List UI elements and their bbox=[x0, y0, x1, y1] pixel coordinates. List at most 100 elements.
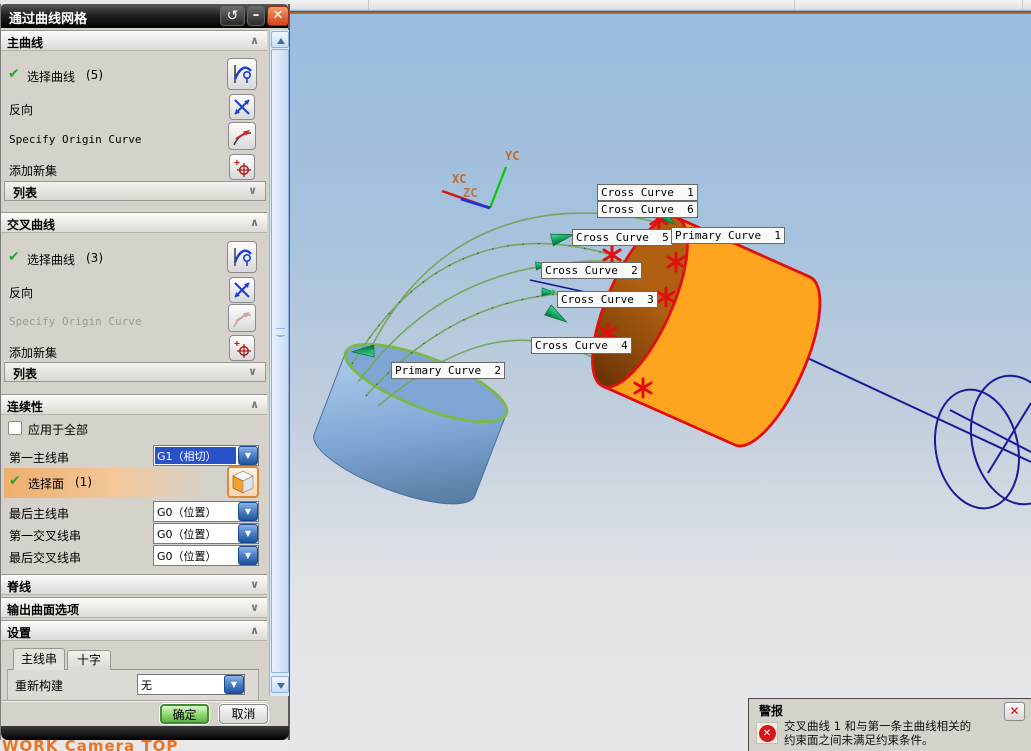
last-primary-continuity-select[interactable]: G0（位置） ▼ bbox=[153, 501, 259, 522]
select-face-button[interactable] bbox=[227, 466, 259, 498]
section-title: 输出曲面选项 bbox=[7, 603, 80, 617]
dialog-title: 通过曲线网格 bbox=[9, 12, 88, 27]
primary-list-bar[interactable]: 列表 ∨ bbox=[4, 181, 266, 201]
reverse-label: 反向 bbox=[9, 103, 34, 117]
label-cross-curve-2: Cross Curve 2 bbox=[541, 262, 642, 279]
rebuild-label: 重新构建 bbox=[15, 679, 64, 693]
expand-arrow-icon: ∨ bbox=[248, 365, 257, 378]
section-cross-curve[interactable]: 交叉曲线 ∧ bbox=[1, 212, 267, 233]
add-new-set-button[interactable]: + bbox=[229, 335, 255, 361]
scrollbar-thumb[interactable] bbox=[271, 49, 289, 673]
last-cross-string-label: 最后交叉线串 bbox=[9, 551, 82, 565]
specify-origin-curve-button-disabled bbox=[228, 304, 256, 332]
section-title: 连续性 bbox=[7, 400, 44, 414]
specify-origin-curve-label: Specify Origin Curve bbox=[9, 315, 142, 328]
section-output-surface-options[interactable]: 输出曲面选项 ∨ bbox=[1, 597, 267, 618]
first-primary-continuity-select[interactable]: G1（相切） ▼ bbox=[153, 445, 259, 466]
specify-origin-curve-label: Specify Origin Curve bbox=[9, 133, 142, 146]
alert-message-line2: 约束面之间未满足约束条件。 bbox=[784, 733, 934, 747]
reverse-direction-button[interactable] bbox=[229, 94, 255, 120]
add-new-set-label: 添加新集 bbox=[9, 164, 58, 178]
error-icon: ✕ bbox=[758, 724, 776, 742]
zc-axis-label: ZC bbox=[463, 186, 477, 200]
first-cross-string-label: 第一交叉线串 bbox=[9, 529, 82, 543]
label-primary-curve-2: Primary Curve 2 bbox=[391, 362, 505, 379]
scroll-down-icon[interactable] bbox=[271, 676, 289, 693]
label-primary-curve-1: Primary Curve 1 bbox=[671, 227, 785, 244]
cube-icon bbox=[232, 470, 254, 494]
chevron-down-icon[interactable]: ▼ bbox=[238, 524, 258, 543]
wcs-triad[interactable]: XC YC ZC bbox=[441, 149, 519, 210]
selected-value: 无 bbox=[141, 679, 152, 692]
add-set-icon: + bbox=[234, 158, 251, 177]
chevron-down-icon[interactable]: ▼ bbox=[238, 546, 258, 565]
first-cross-continuity-select[interactable]: G0（位置） ▼ bbox=[153, 523, 259, 544]
cancel-button[interactable]: 取消 bbox=[219, 704, 268, 724]
select-curve-label: 选择曲线 bbox=[27, 70, 76, 84]
tab-cross[interactable]: 十字 bbox=[67, 650, 111, 670]
add-new-set-button[interactable]: + bbox=[229, 154, 255, 180]
minimize-icon[interactable]: – bbox=[247, 6, 265, 26]
section-title: 设置 bbox=[7, 626, 32, 640]
collapse-arrow-icon[interactable]: ∧ bbox=[250, 624, 259, 637]
scroll-up-icon[interactable] bbox=[271, 31, 289, 48]
collapse-arrow-icon[interactable]: ∧ bbox=[250, 216, 259, 229]
first-primary-string-label: 第一主线串 bbox=[9, 451, 70, 465]
select-face-label: 选择面 bbox=[28, 477, 65, 491]
ok-button[interactable]: 确定 bbox=[160, 704, 209, 724]
collapse-arrow-icon[interactable]: ∧ bbox=[250, 34, 259, 47]
collapse-arrow-icon[interactable]: ∧ bbox=[250, 398, 259, 411]
section-continuity[interactable]: 连续性 ∧ bbox=[1, 394, 267, 415]
origin-curve-icon bbox=[233, 130, 252, 146]
check-icon: ✔ bbox=[8, 66, 20, 82]
section-settings[interactable]: 设置 ∧ bbox=[1, 620, 267, 641]
dialog-scrollbar[interactable] bbox=[269, 30, 289, 696]
last-cross-continuity-select[interactable]: G0（位置） ▼ bbox=[153, 545, 259, 566]
select-curve-count: (3) bbox=[86, 251, 103, 265]
add-set-icon: + bbox=[234, 339, 251, 358]
chevron-down-icon[interactable]: ▼ bbox=[238, 502, 258, 521]
alert-title: 警报 bbox=[759, 704, 784, 718]
apply-all-label: 应用于全部 bbox=[28, 423, 89, 437]
chevron-down-icon[interactable]: ▼ bbox=[238, 446, 258, 465]
select-curve-count: (5) bbox=[86, 68, 103, 82]
svg-text:+: + bbox=[234, 339, 240, 350]
section-title: 主曲线 bbox=[7, 36, 44, 50]
application-window: XC YC ZC Cross Curve 1 Cross Curve 6 Cro… bbox=[0, 0, 1031, 751]
expand-arrow-icon[interactable]: ∨ bbox=[250, 601, 259, 614]
close-icon[interactable]: ✕ bbox=[1004, 702, 1025, 721]
specify-origin-curve-button[interactable] bbox=[228, 122, 256, 150]
expand-arrow-icon[interactable]: ∨ bbox=[250, 578, 259, 591]
reverse-direction-button[interactable] bbox=[229, 277, 255, 303]
add-new-set-label: 添加新集 bbox=[9, 346, 58, 360]
rebuild-select[interactable]: 无 ▼ bbox=[137, 674, 245, 695]
divider bbox=[1, 700, 267, 702]
label-cross-curve-4: Cross Curve 4 bbox=[531, 337, 632, 354]
select-face-count: (1) bbox=[75, 475, 92, 489]
reverse-label: 反向 bbox=[9, 286, 34, 300]
tab-primary-string[interactable]: 主线串 bbox=[13, 648, 65, 670]
label-cross-curve-3: Cross Curve 3 bbox=[557, 291, 658, 308]
close-icon[interactable]: ✕ bbox=[267, 6, 289, 26]
through-curve-mesh-dialog: 通过曲线网格 ↺ – ✕ 主曲线 ∧ ✔ 选择曲线 (5) 反向 Specify… bbox=[0, 4, 290, 740]
direction-cone bbox=[544, 304, 568, 323]
yc-axis-label: YC bbox=[505, 149, 519, 163]
select-curve-button[interactable] bbox=[227, 241, 257, 273]
section-spine[interactable]: 脊线 ∨ bbox=[1, 574, 267, 595]
select-curve-icon bbox=[233, 65, 252, 83]
select-curve-button[interactable] bbox=[227, 58, 257, 90]
reset-icon[interactable]: ↺ bbox=[220, 6, 245, 26]
wireframe-cylinder[interactable] bbox=[800, 354, 1031, 516]
apply-all-checkbox[interactable] bbox=[8, 421, 22, 435]
select-curve-label: 选择曲线 bbox=[27, 253, 76, 267]
dialog-bottom-bar bbox=[1, 726, 289, 740]
cross-list-bar[interactable]: 列表 ∨ bbox=[4, 362, 266, 382]
expand-arrow-icon: ∨ bbox=[248, 184, 257, 197]
selected-value: G0（位置） bbox=[157, 550, 217, 563]
label-cross-curve-5: Cross Curve 5 bbox=[572, 229, 673, 246]
dialog-titlebar[interactable]: 通过曲线网格 ↺ – ✕ bbox=[1, 4, 289, 28]
section-primary-curve[interactable]: 主曲线 ∧ bbox=[1, 30, 267, 51]
chevron-down-icon[interactable]: ▼ bbox=[224, 675, 244, 694]
alert-popup: 警报 ✕ ✕ 交叉曲线 1 和与第一条主曲线相关的 约束面之间未满足约束条件。 bbox=[748, 698, 1031, 751]
blue-cylinder[interactable] bbox=[305, 329, 515, 519]
